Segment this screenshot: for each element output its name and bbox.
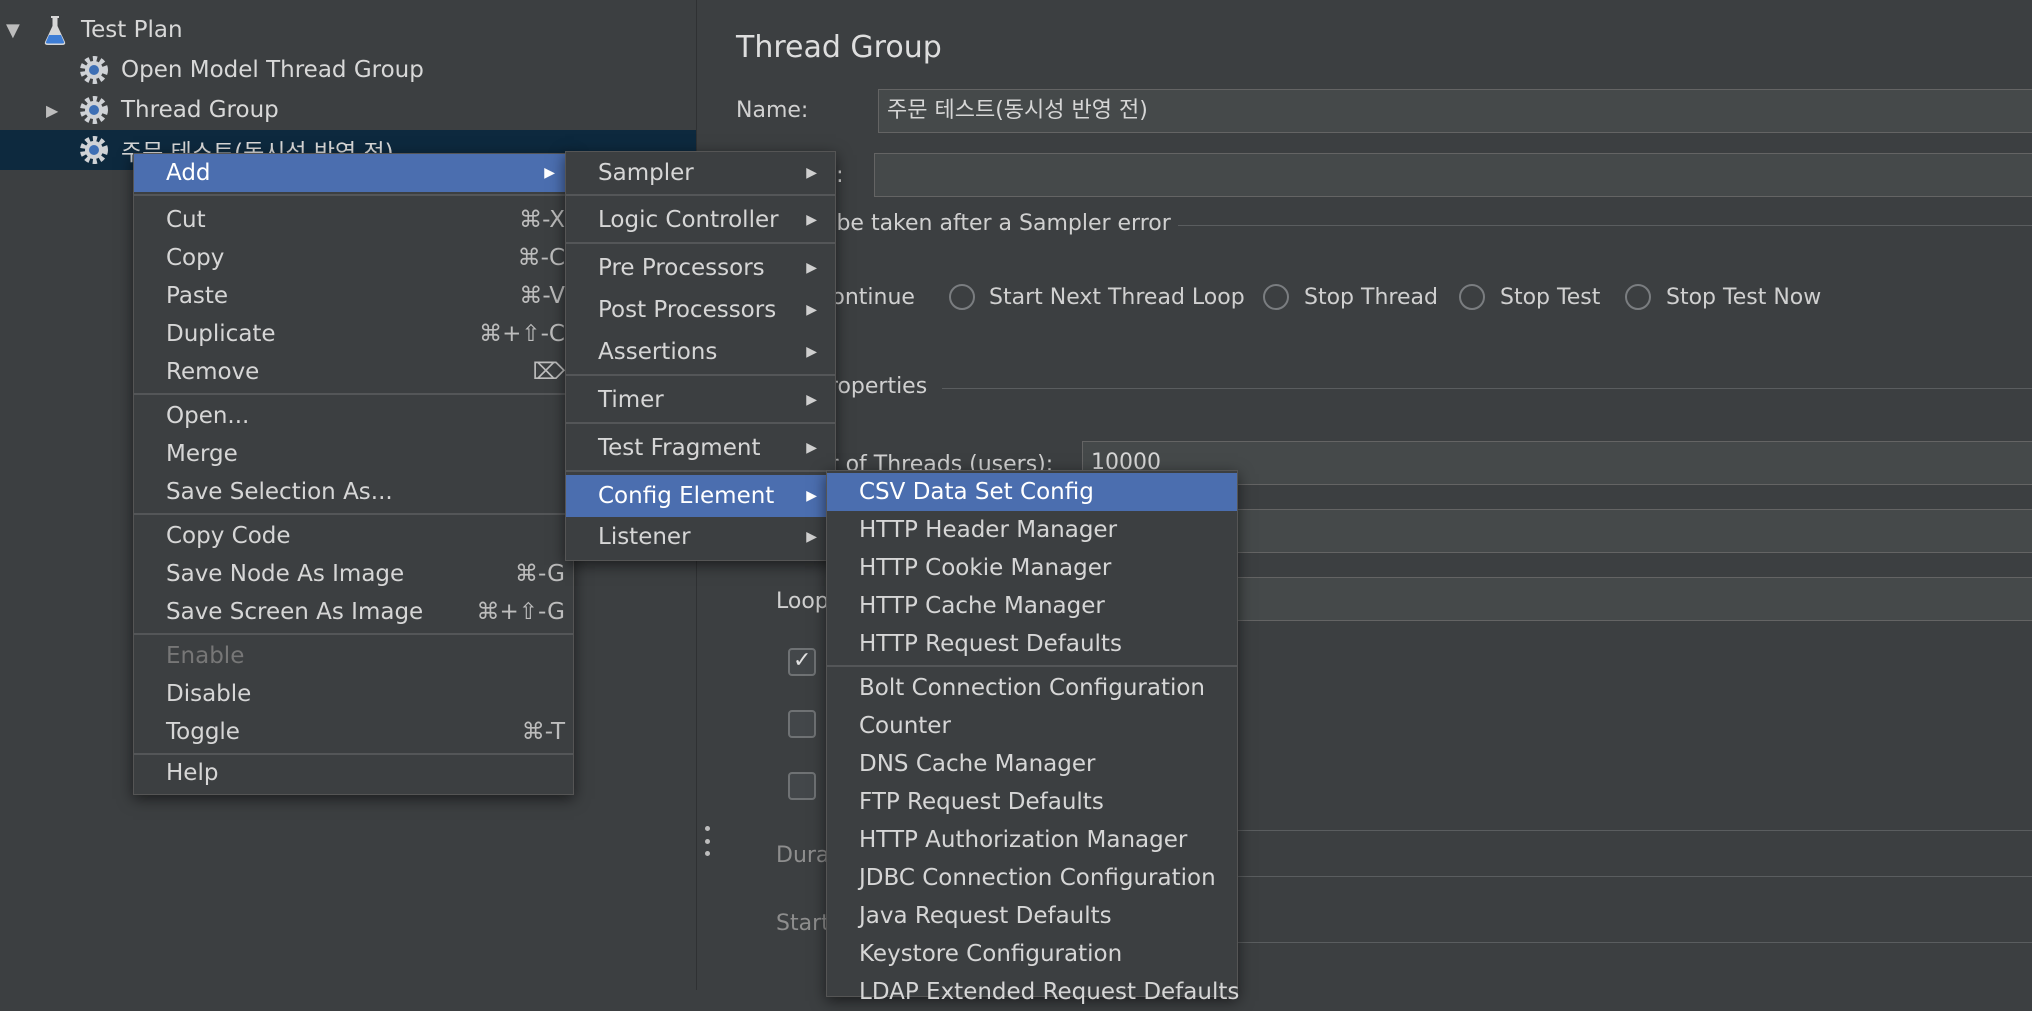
menu-item-dns-cache-manager[interactable]: DNS Cache Manager	[827, 745, 1237, 783]
context-menu: Add ▶ Cut ⌘-X Copy ⌘-C Paste ⌘-V Duplica…	[133, 153, 574, 795]
radio-stop-test[interactable]	[1459, 284, 1485, 310]
menu-separator	[827, 665, 1237, 667]
menu-separator	[566, 194, 835, 196]
menu-item-disable[interactable]: Disable	[134, 675, 573, 713]
name-field[interactable]: 주문 테스트(동시성 반영 전)	[878, 89, 2032, 133]
menu-item-add[interactable]: Add ▶	[134, 154, 573, 192]
radio-label-stop-test-now[interactable]: Stop Test Now	[1666, 285, 1821, 310]
menu-item-post-processors[interactable]: Post Processors ▶	[566, 291, 835, 329]
menu-item-ldap-extended-request-defaults[interactable]: LDAP Extended Request Defaults	[827, 973, 1239, 1011]
radio-label-stop-test[interactable]: Stop Test	[1500, 285, 1600, 310]
specify-lifetime-checkbox[interactable]	[788, 772, 816, 800]
config-element-submenu: CSV Data Set Config HTTP Header Manager …	[826, 470, 1239, 1005]
menu-item-duplicate[interactable]: Duplicate ⌘+⇧-C	[134, 315, 573, 353]
collapsed-arrow-icon[interactable]: ▶	[46, 101, 58, 120]
menu-item-save-node-as-image[interactable]: Save Node As Image ⌘-G	[134, 555, 573, 593]
menu-item-jdbc-connection-configuration[interactable]: JDBC Connection Configuration	[827, 859, 1237, 897]
radio-stop-thread[interactable]	[1263, 284, 1289, 310]
menu-item-assertions[interactable]: Assertions ▶	[566, 333, 835, 371]
menu-separator	[134, 633, 573, 635]
gear-icon	[80, 96, 108, 124]
menu-separator	[566, 242, 835, 244]
menu-item-listener[interactable]: Listener ▶	[566, 518, 835, 556]
menu-item-java-request-defaults[interactable]: Java Request Defaults	[827, 897, 1237, 935]
menu-item-ftp-request-defaults[interactable]: FTP Request Defaults	[827, 783, 1237, 821]
menu-item-csv-data-set-config[interactable]: CSV Data Set Config	[827, 473, 1237, 511]
comments-field[interactable]	[874, 153, 2032, 197]
menu-item-config-element[interactable]: Config Element ▶	[566, 475, 835, 517]
menu-item-timer[interactable]: Timer ▶	[566, 381, 835, 419]
submenu-arrow-icon: ▶	[544, 165, 555, 181]
tree-item-label: Thread Group	[121, 97, 279, 123]
gear-icon	[80, 56, 108, 84]
menu-item-http-authorization-manager[interactable]: HTTP Authorization Manager	[827, 821, 1237, 859]
menu-item-copy-code[interactable]: Copy Code	[134, 517, 573, 555]
radio-start-next-thread-loop[interactable]	[949, 284, 975, 310]
menu-item-http-header-manager[interactable]: HTTP Header Manager	[827, 511, 1237, 549]
menu-item-save-screen-as-image[interactable]: Save Screen As Image ⌘+⇧-G	[134, 593, 573, 631]
menu-separator	[566, 374, 835, 376]
menu-item-http-cookie-manager[interactable]: HTTP Cookie Manager	[827, 549, 1237, 587]
submenu-arrow-icon: ▶	[806, 260, 817, 276]
startup-delay-label: Start	[776, 911, 830, 936]
menu-item-help[interactable]: Help	[134, 754, 573, 792]
submenu-arrow-icon: ▶	[806, 392, 817, 408]
submenu-arrow-icon: ▶	[806, 302, 817, 318]
name-label: Name:	[736, 98, 809, 123]
add-submenu: Sampler ▶ Logic Controller ▶ Pre Process…	[565, 151, 836, 561]
group-border	[942, 388, 2032, 389]
menu-item-enable: Enable	[166, 643, 245, 669]
duration-label: Dura	[776, 843, 830, 868]
gear-icon	[80, 136, 108, 164]
same-user-checkbox[interactable]	[788, 648, 816, 676]
loop-count-label: Loop	[776, 589, 829, 614]
page-title: Thread Group	[736, 30, 942, 65]
group-border	[1178, 225, 2032, 226]
menu-item-save-selection-as[interactable]: Save Selection As...	[134, 473, 573, 511]
menu-item-test-fragment[interactable]: Test Fragment ▶	[566, 429, 835, 467]
menu-item-keystore-configuration[interactable]: Keystore Configuration	[827, 935, 1237, 973]
submenu-arrow-icon: ▶	[806, 165, 817, 181]
radio-label-stop-thread[interactable]: Stop Thread	[1304, 285, 1438, 310]
tree-item-open-model-thread-group[interactable]: Open Model Thread Group	[0, 50, 696, 90]
menu-item-logic-controller[interactable]: Logic Controller ▶	[566, 201, 835, 239]
tree-item-thread-group[interactable]: ▶ Thread Group	[0, 90, 696, 130]
menu-item-cut[interactable]: Cut ⌘-X	[134, 201, 573, 239]
submenu-arrow-icon: ▶	[806, 212, 817, 228]
menu-item-bolt-connection-configuration[interactable]: Bolt Connection Configuration	[827, 669, 1237, 707]
flask-icon	[44, 16, 66, 45]
submenu-arrow-icon: ▶	[806, 344, 817, 360]
menu-item-sampler[interactable]: Sampler ▶	[566, 154, 835, 192]
menu-separator	[134, 393, 573, 395]
menu-separator	[566, 422, 835, 424]
drag-handle-icon[interactable]	[703, 826, 711, 856]
menu-item-toggle[interactable]: Toggle ⌘-T	[134, 713, 573, 751]
menu-item-copy[interactable]: Copy ⌘-C	[134, 239, 573, 277]
submenu-arrow-icon: ▶	[806, 488, 817, 504]
menu-separator	[134, 194, 573, 196]
tree-item-test-plan[interactable]: ▼ Test Plan	[0, 10, 696, 50]
tree-item-label: Open Model Thread Group	[121, 57, 424, 83]
menu-separator	[134, 513, 573, 515]
delete-key-icon: ⌦	[532, 359, 565, 385]
menu-separator	[566, 470, 835, 472]
menu-item-pre-processors[interactable]: Pre Processors ▶	[566, 249, 835, 287]
expanded-arrow-icon[interactable]: ▼	[6, 20, 20, 41]
menu-item-merge[interactable]: Merge	[134, 435, 573, 473]
menu-item-remove[interactable]: Remove ⌦	[134, 353, 573, 391]
menu-item-paste[interactable]: Paste ⌘-V	[134, 277, 573, 315]
tree-item-label: Test Plan	[81, 17, 183, 43]
radio-label-start-next-thread-loop[interactable]: Start Next Thread Loop	[989, 285, 1245, 310]
menu-item-counter[interactable]: Counter	[827, 707, 1237, 745]
sampler-error-action-label: o be taken after a Sampler error	[816, 211, 1171, 236]
menu-item-http-request-defaults[interactable]: HTTP Request Defaults	[827, 625, 1237, 663]
menu-item-open[interactable]: Open...	[134, 397, 573, 435]
delay-thread-creation-checkbox[interactable]	[788, 710, 816, 738]
menu-item-http-cache-manager[interactable]: HTTP Cache Manager	[827, 587, 1237, 625]
submenu-arrow-icon: ▶	[806, 529, 817, 545]
submenu-arrow-icon: ▶	[806, 440, 817, 456]
radio-stop-test-now[interactable]	[1625, 284, 1651, 310]
